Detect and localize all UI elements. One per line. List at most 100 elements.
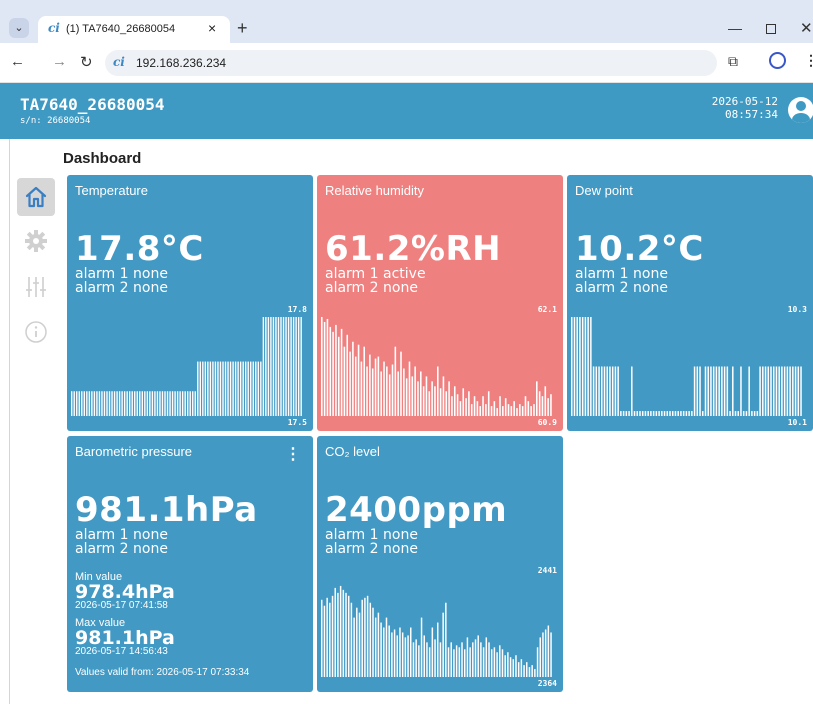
sliders-icon [26,277,46,297]
browser-tab[interactable]: ci (1) TA7640_26680054 × [38,16,230,43]
history-bar [380,622,382,677]
history-bar [131,391,133,416]
maximize-icon[interactable] [766,24,776,34]
temperature-card[interactable]: Temperature 17.8°C alarm 1 none alarm 2 … [67,175,313,431]
history-bar [369,354,371,416]
history-bar [544,386,547,416]
sidebar-item-adjustments[interactable] [17,268,55,306]
sidebar-item-dashboard[interactable] [17,178,55,216]
history-bar [520,659,523,677]
history-bar [671,411,674,416]
sidebar-item-info[interactable] [17,313,55,351]
history-bar [536,647,539,677]
history-bar [394,346,397,416]
browser-menu-icon[interactable]: ⋮ [804,52,813,69]
history-bar [504,655,506,677]
history-bar [470,404,473,416]
history-bar [442,376,445,416]
history-bar [538,391,541,416]
history-bar [329,326,332,416]
history-bar [377,356,380,416]
back-icon[interactable]: ← [10,53,25,70]
new-tab-icon[interactable]: + [237,18,248,39]
history-bar [209,361,212,416]
forward-icon[interactable]: → [52,53,67,70]
history-bar [420,371,422,416]
history-bar [380,371,382,416]
history-bar [164,391,166,416]
close-tab-icon[interactable]: × [208,20,216,36]
history-bar [417,381,419,416]
history-bar [374,617,377,677]
history-bar [255,361,257,416]
history-bar [265,317,267,416]
minimize-icon[interactable]: — [728,20,742,36]
history-bar [439,642,442,677]
history-bar [496,408,498,416]
browser-tabbar: ⌄ ci (1) TA7640_26680054 × + — ✕ [0,0,813,43]
url-bar[interactable]: ci 192.168.236.234 [105,50,717,76]
history-bar [408,361,411,416]
co2-card[interactable]: CO₂ level 2400ppm alarm 1 none alarm 2 n… [317,436,563,692]
history-bar [171,391,174,416]
history-bar [199,361,201,416]
history-bar [661,411,663,416]
history-bar [715,366,718,416]
site-info-icon[interactable]: ci [113,55,125,69]
history-bar [415,639,417,677]
history-bar [759,366,761,416]
history-bar [78,391,80,416]
extensions-icon[interactable]: ⧉ [728,53,738,70]
alarm2-status: alarm 2 none [325,280,418,296]
tab-search-button[interactable]: ⌄ [9,18,29,38]
history-bar [166,391,169,416]
history-bar [729,411,731,416]
dew-point-card[interactable]: Dew point 10.2°C alarm 1 none alarm 2 no… [567,175,813,431]
history-bar [756,411,759,416]
history-bar [428,647,431,677]
history-bar [732,366,734,416]
history-bar [229,361,232,416]
window-close-icon[interactable]: ✕ [800,19,813,37]
url-text[interactable]: 192.168.236.234 [136,56,226,70]
pressure-card[interactable]: Barometric pressure ⋮ 981.1hPa alarm 1 n… [67,436,313,692]
history-bar [487,391,490,416]
history-bar [504,398,507,416]
history-bar [517,662,520,677]
history-bar [663,411,666,416]
history-bar [93,391,96,416]
chart-max-label: 10.3 [787,305,807,314]
history-bar [669,411,671,416]
history-bar [219,361,222,416]
history-bar [652,411,655,416]
sidebar-item-settings[interactable] [17,222,55,260]
history-bar [547,625,550,677]
history-bar [581,317,584,416]
history-bar [644,411,647,416]
user-account-icon[interactable] [788,97,813,123]
history-bar [192,391,194,416]
history-bar [332,331,334,416]
history-chart [321,574,553,682]
history-bar [721,366,723,416]
history-bar [300,317,302,416]
history-bar [707,366,709,416]
humidity-card[interactable]: Relative humidity 61.2%RH alarm 1 active… [317,175,563,431]
history-bar [404,637,407,677]
history-bar [479,406,481,416]
history-bar [509,657,512,677]
history-bar [534,669,536,677]
history-bar [450,642,452,677]
history-bar [337,592,339,677]
more-options-icon[interactable]: ⋮ [285,444,301,464]
profile-icon[interactable] [769,52,786,69]
history-bar [740,366,742,416]
history-bar [108,391,111,416]
reload-icon[interactable]: ↻ [80,53,93,71]
history-bar [194,391,196,416]
history-bar [775,366,778,416]
history-bar [224,361,227,416]
history-bar [541,396,544,416]
history-bar [723,366,726,416]
min-value-date: 2026-05-17 07:41:58 [75,600,168,611]
